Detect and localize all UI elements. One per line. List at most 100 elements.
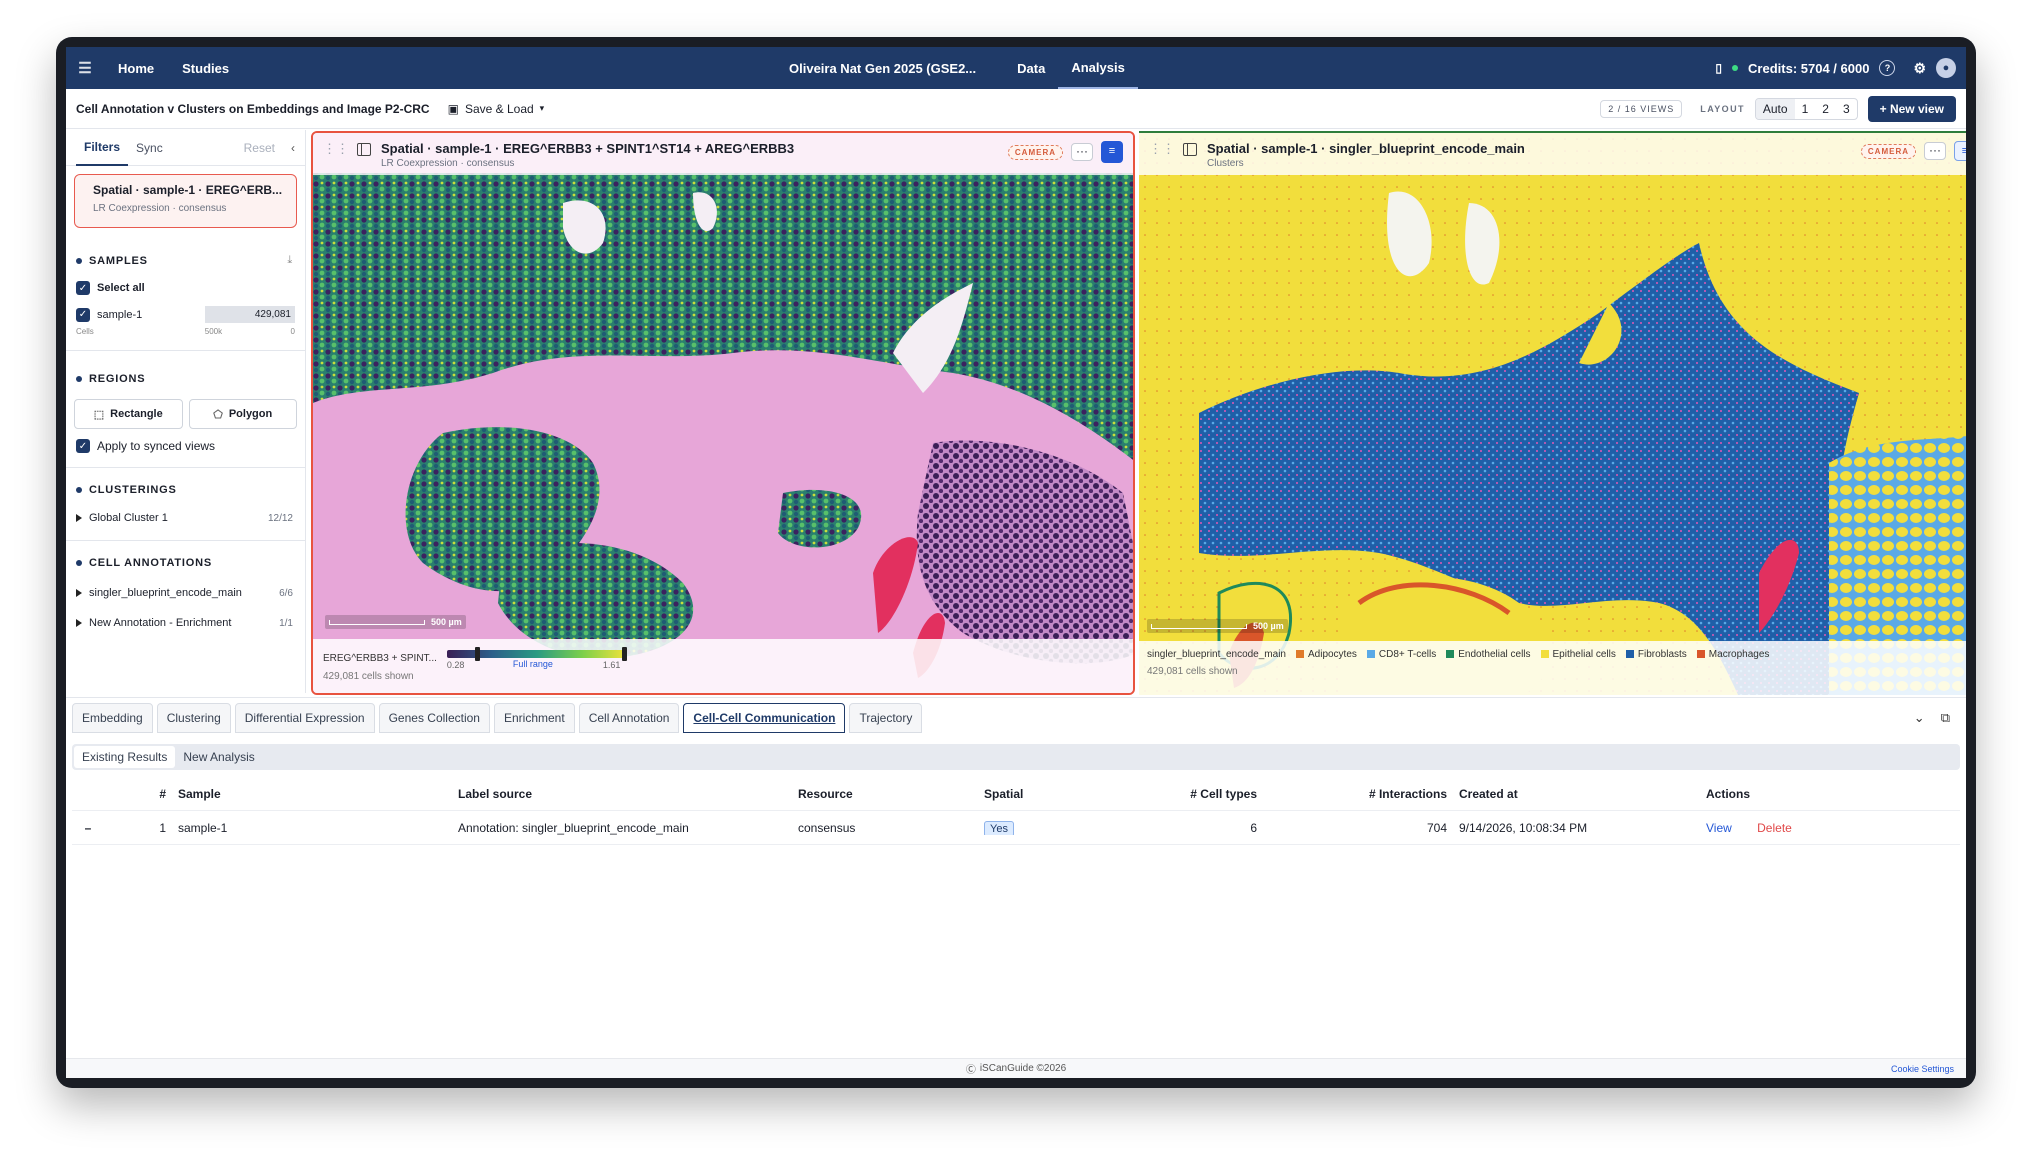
cookie-settings-link[interactable]: Cookie Settings <box>1891 1064 1954 1074</box>
external-link-icon[interactable]: ⧉ <box>1941 710 1950 726</box>
camera-button[interactable]: CAMERA <box>1860 143 1916 159</box>
layout-selector: Auto 1 2 3 <box>1754 97 1858 120</box>
sample-checkbox[interactable]: ✓ <box>76 307 90 322</box>
row-collapse-button[interactable]: – <box>72 821 104 835</box>
divider <box>66 540 305 541</box>
legend-item[interactable]: Fibroblasts <box>1625 649 1687 660</box>
legend-item[interactable]: CD8+ T-cells <box>1366 649 1436 660</box>
camera-button[interactable]: CAMERA <box>1007 144 1063 160</box>
tab-trajectory[interactable]: Trajectory <box>849 702 923 733</box>
view-button[interactable]: View <box>1706 821 1732 835</box>
sample-row[interactable]: ✓ sample-1 429,081 <box>66 306 305 323</box>
polygon-button[interactable]: ⬠ Polygon <box>188 399 297 429</box>
cell-sample: sample-1 <box>178 820 228 835</box>
colorbar-min-handle[interactable] <box>474 647 480 661</box>
apply-synced-row[interactable]: ✓ Apply to synced views <box>66 439 305 453</box>
colorbar[interactable]: 0.28 Full range 1.61 <box>446 647 627 670</box>
spatial-view-lr-coexpression[interactable]: ⋮⋮ Spatial · sample-1 · EREG^ERBB3 + SPI… <box>311 131 1135 695</box>
col-actions: Actions <box>1706 786 1751 801</box>
filters-sidebar: Filters Sync Reset ‹ Spatial · sample-1 … <box>66 130 306 693</box>
menu-icon[interactable]: ☰ <box>66 59 104 77</box>
table-row[interactable]: – 1 sample-1 Annotation: singler_bluepri… <box>72 811 1960 845</box>
status-dot-icon <box>1732 65 1739 71</box>
filter-icon[interactable]: ≡ <box>1101 141 1123 163</box>
expand-caret-icon[interactable] <box>76 514 82 522</box>
legend-item[interactable]: Endothelial cells <box>1446 649 1531 660</box>
polygon-select-icon: ⬠ <box>213 408 223 421</box>
expand-caret-icon[interactable] <box>76 589 82 597</box>
annotation-row[interactable]: New Annotation - Enrichment 1/1 <box>66 617 305 629</box>
global-cluster-row[interactable]: Global Cluster 1 12/12 <box>66 512 305 524</box>
tab-differential-expression[interactable]: Differential Expression <box>234 702 375 733</box>
collapse-sidebar-icon[interactable]: ‹ <box>291 141 295 155</box>
section-dot-icon <box>76 257 82 264</box>
save-load-button[interactable]: ▣ Save & Load ▾ <box>448 102 545 116</box>
tab-cell-annotation[interactable]: Cell Annotation <box>578 702 680 733</box>
scale-bar-label: 500 µm <box>1253 621 1284 631</box>
layout-2[interactable]: 2 <box>1815 99 1836 119</box>
study-nav: Oliveira Nat Gen 2025 (GSE2... Data Anal… <box>789 47 1138 89</box>
new-view-button[interactable]: + New view <box>1867 95 1956 122</box>
legend-item[interactable]: Adipocytes <box>1295 649 1357 660</box>
tab-data[interactable]: Data <box>1004 47 1058 89</box>
select-all-checkbox[interactable]: ✓ <box>76 281 90 295</box>
tab-sync[interactable]: Sync <box>128 130 171 166</box>
tab-enrichment[interactable]: Enrichment <box>493 702 575 733</box>
filter-icon[interactable]: ≡ <box>1954 141 1966 161</box>
layout-3[interactable]: 3 <box>1836 99 1857 119</box>
panel-controls: ⌄ ⧉ <box>1914 710 1950 726</box>
selected-view-card[interactable]: Spatial · sample-1 · EREG^ERB... LR Coex… <box>74 174 297 228</box>
spatial-badge: Yes <box>984 820 1014 835</box>
drag-handle-icon[interactable]: ⋮⋮ <box>323 141 349 157</box>
reset-button[interactable]: Reset <box>244 141 275 155</box>
selected-view-title: Spatial · sample-1 · EREG^ERB... <box>93 183 283 197</box>
select-all-row[interactable]: ✓ Select all <box>66 281 305 295</box>
view-title-block: Spatial · sample-1 · EREG^ERBB3 + SPINT1… <box>381 141 794 169</box>
rectangle-button[interactable]: ⬚ Rectangle <box>74 399 183 429</box>
tab-filters[interactable]: Filters <box>76 130 129 166</box>
apply-synced-checkbox[interactable]: ✓ <box>76 439 90 453</box>
page-footer: Ⓒ iSCanGuide ©2026 Cookie Settings <box>66 1058 1966 1078</box>
help-icon[interactable]: ? <box>1879 60 1896 76</box>
tissue-image-clusters[interactable] <box>1139 133 1966 695</box>
gear-icon[interactable]: ⚙ <box>1913 60 1926 77</box>
tab-analysis[interactable]: Analysis <box>1058 47 1138 89</box>
annotation-row[interactable]: singler_blueprint_encode_main 6/6 <box>66 587 305 599</box>
expand-caret-icon[interactable] <box>76 619 82 627</box>
legend-item[interactable]: Epithelial cells <box>1540 649 1616 660</box>
tab-existing-results[interactable]: Existing Results <box>74 746 176 768</box>
spatial-view-clusters[interactable]: ⋮⋮ Spatial · sample-1 · singler_blueprin… <box>1139 131 1966 695</box>
legend-label: Macrophages <box>1708 649 1770 660</box>
colorbar-max-handle[interactable] <box>621 647 627 661</box>
more-options-icon[interactable]: ··· <box>1924 142 1946 160</box>
more-options-icon[interactable]: ··· <box>1071 143 1093 161</box>
cell-annotations-header: CELL ANNOTATIONS <box>89 557 212 569</box>
tab-genes-collection[interactable]: Genes Collection <box>378 702 490 733</box>
nav-home[interactable]: Home <box>104 61 168 76</box>
drag-handle-icon[interactable]: ⋮⋮ <box>1149 141 1175 157</box>
tissue-image-coexpression[interactable] <box>313 133 1135 695</box>
layout-auto[interactable]: Auto <box>1755 98 1795 119</box>
study-title[interactable]: Oliveira Nat Gen 2025 (GSE2... <box>789 61 976 76</box>
legend-label: Endothelial cells <box>1458 649 1531 660</box>
cell-resource: consensus <box>798 820 856 835</box>
document-icon[interactable]: ▯ <box>1715 61 1722 75</box>
full-range-link[interactable]: Full range <box>513 659 553 669</box>
chevron-down-icon[interactable]: ⌄ <box>1914 710 1925 726</box>
colorbar-label: EREG^ERBB3 + SPINT... <box>323 652 437 664</box>
tab-clustering[interactable]: Clustering <box>156 702 231 733</box>
cells-shown: 429,081 cells shown <box>323 671 414 682</box>
legend-item[interactable]: Macrophages <box>1696 649 1770 660</box>
layout-1[interactable]: 1 <box>1795 99 1816 119</box>
download-icon[interactable]: ⤓ <box>287 254 293 267</box>
nav-studies[interactable]: Studies <box>168 61 243 76</box>
divider <box>66 467 305 468</box>
tab-new-analysis[interactable]: New Analysis <box>175 746 262 768</box>
avatar[interactable]: ● <box>1936 58 1956 78</box>
new-view-label: New view <box>1889 101 1944 116</box>
annotation-count: 1/1 <box>279 617 293 629</box>
delete-button[interactable]: Delete <box>1757 821 1792 835</box>
tab-cell-cell-communication[interactable]: Cell-Cell Communication <box>683 702 846 733</box>
tab-embedding[interactable]: Embedding <box>72 702 153 733</box>
app-content: ☰ Home Studies Oliveira Nat Gen 2025 (GS… <box>66 47 1966 1078</box>
